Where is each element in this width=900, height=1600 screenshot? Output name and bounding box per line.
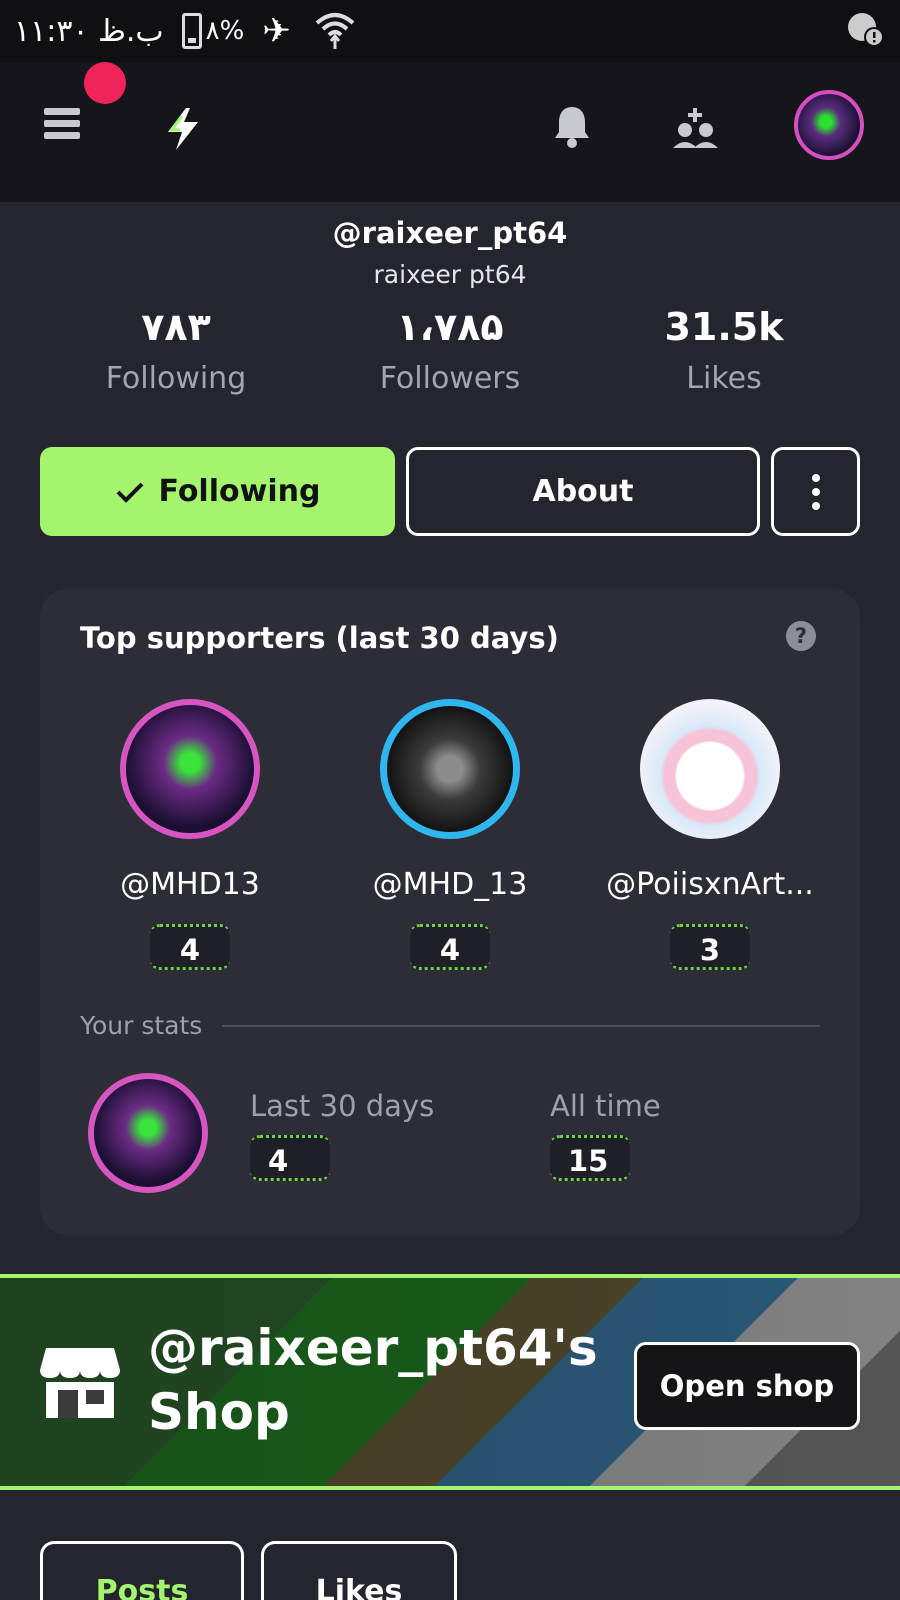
tab-label: Likes bbox=[315, 1574, 403, 1600]
support-count-badge: 3 bbox=[670, 924, 750, 970]
shop-title: @raixeer_pt64's Shop bbox=[148, 1319, 598, 1441]
about-button-label: About bbox=[532, 474, 634, 509]
avatar bbox=[88, 1073, 208, 1193]
battery-charging-icon bbox=[181, 13, 202, 49]
logo-bolt-icon[interactable] bbox=[160, 106, 206, 156]
your-stat-last-30-days: Last 30 days 4 bbox=[250, 1089, 434, 1181]
supporter-item[interactable]: @PoiisxnArt... 3 bbox=[590, 699, 830, 970]
stat-following[interactable]: ۷۸۳ Following bbox=[56, 305, 296, 396]
your-stats-label: Your stats bbox=[80, 1011, 203, 1040]
tab-likes[interactable]: Likes bbox=[261, 1541, 457, 1600]
tab-label: Posts bbox=[95, 1574, 189, 1600]
following-button-label: Following bbox=[158, 474, 321, 509]
stat-followers[interactable]: ۱،۷۸۵ Followers bbox=[330, 305, 570, 396]
alert-icon bbox=[846, 9, 886, 53]
supporter-name: @MHD13 bbox=[120, 867, 260, 902]
shop-banner: @raixeer_pt64's Shop Open shop bbox=[0, 1274, 900, 1490]
add-friends-icon[interactable] bbox=[673, 108, 719, 152]
about-button[interactable]: About bbox=[406, 447, 760, 536]
avatar bbox=[380, 699, 520, 839]
profile-display-name: raixeer pt64 bbox=[373, 260, 527, 289]
more-dot bbox=[811, 501, 820, 510]
profile-handle: @raixeer_pt64 bbox=[332, 216, 568, 250]
stat-value: ۱،۷۸۵ bbox=[396, 305, 504, 349]
card-title: Top supporters (last 30 days) bbox=[80, 621, 559, 655]
avatar bbox=[120, 699, 260, 839]
more-dot bbox=[811, 473, 820, 482]
battery-percent: ۸% bbox=[205, 16, 245, 46]
status-bar: ب.ظ ۱۱:۳۰ ۸% ✈ bbox=[0, 0, 900, 62]
support-count-badge: 4 bbox=[150, 924, 230, 970]
airplane-icon: ✈ bbox=[262, 11, 291, 51]
menu-icon[interactable] bbox=[44, 108, 80, 144]
help-icon[interactable]: ? bbox=[786, 621, 816, 651]
open-shop-button[interactable]: Open shop bbox=[634, 1342, 860, 1430]
support-count-badge: 4 bbox=[250, 1135, 330, 1181]
avatar bbox=[640, 699, 780, 839]
top-supporters-card: Top supporters (last 30 days) ? @MHD13 4… bbox=[40, 589, 860, 1235]
status-time: ب.ظ ۱۱:۳۰ bbox=[14, 13, 164, 49]
your-stat-all-time: All time 15 bbox=[550, 1089, 661, 1181]
tab-posts[interactable]: Posts bbox=[40, 1541, 244, 1600]
supporter-item[interactable]: @MHD13 4 bbox=[70, 699, 310, 970]
supporter-item[interactable]: @MHD_13 4 bbox=[330, 699, 570, 970]
bell-icon[interactable] bbox=[553, 104, 591, 152]
stat-value: 31.5k bbox=[664, 305, 784, 349]
notification-dot bbox=[84, 62, 126, 104]
more-options-button[interactable] bbox=[771, 447, 860, 536]
supporter-name: @MHD_13 bbox=[372, 867, 528, 902]
your-stat-label: Last 30 days bbox=[250, 1089, 435, 1123]
checkmark-icon bbox=[116, 482, 143, 503]
divider bbox=[222, 1025, 820, 1027]
open-shop-label: Open shop bbox=[659, 1369, 835, 1403]
store-icon bbox=[40, 1346, 120, 1422]
wifi-icon bbox=[313, 7, 357, 55]
stat-label: Followers bbox=[379, 361, 521, 396]
avatar[interactable] bbox=[794, 90, 864, 160]
your-stat-label: All time bbox=[550, 1089, 661, 1123]
stat-value: ۷۸۳ bbox=[141, 305, 211, 349]
stat-label: Following bbox=[105, 361, 247, 396]
support-count-badge: 4 bbox=[410, 924, 490, 970]
support-count-badge: 15 bbox=[550, 1135, 630, 1181]
stat-likes: 31.5k Likes bbox=[604, 305, 844, 396]
app-bar bbox=[0, 62, 900, 202]
more-dot bbox=[811, 487, 820, 496]
supporter-name: @PoiisxnArt... bbox=[606, 867, 814, 902]
stat-label: Likes bbox=[686, 361, 762, 396]
following-button[interactable]: Following bbox=[40, 447, 395, 536]
